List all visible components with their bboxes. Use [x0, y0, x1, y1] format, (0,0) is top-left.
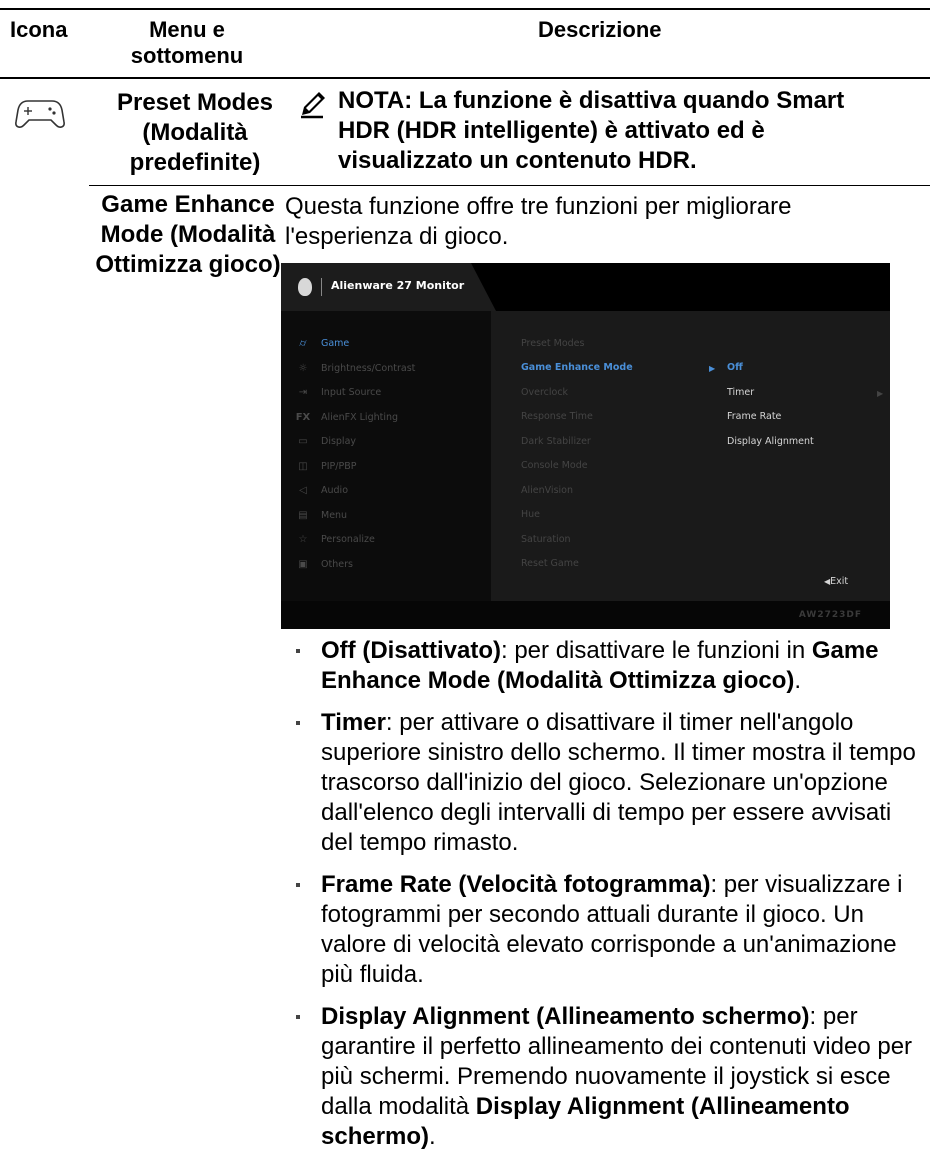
alienware-logo-icon — [298, 278, 312, 296]
osd-nav-game[interactable]: ⌭ Game — [295, 337, 349, 349]
osd-opt-display-alignment[interactable]: Display Alignment — [727, 436, 814, 447]
header-icon: Icona — [10, 17, 68, 42]
bullet-display-alignment: Display Alignment (Allineamento schermo)… — [294, 1002, 924, 1152]
note-text: NOTA: La funzione è disattiva quando Sma… — [338, 87, 845, 174]
row1-bottom-rule — [89, 185, 930, 186]
menu-icon: ▤ — [298, 509, 308, 521]
pip-icon: ◫ — [298, 460, 308, 472]
gamepad-icon: ⌭ — [299, 337, 307, 349]
bullet-list: Off (Disattivato): per disattivare le fu… — [294, 636, 924, 1164]
intro-text: Questa funzione offre tre funzioni per m… — [285, 193, 792, 250]
osd-nav-input-source[interactable]: ⇥ Input Source — [295, 386, 381, 398]
display-icon: ▭ — [298, 435, 308, 447]
note-pencil-icon — [297, 90, 327, 120]
osd-screenshot: Alienware 27 Monitor ⌭ Game ☼ Brightness/C… — [281, 263, 890, 629]
osd-nav-others[interactable]: ▣ Others — [295, 558, 353, 570]
osd-nav-alienfx[interactable]: FX AlienFX Lighting — [295, 411, 398, 423]
osd-nav-display[interactable]: ▭ Display — [295, 435, 356, 447]
chevron-right-icon: ▶ — [877, 389, 884, 398]
osd-nav-brightness[interactable]: ☼ Brightness/Contrast — [295, 362, 416, 374]
osd-footer: AW2723DF — [281, 601, 890, 629]
osd-sub-preset-modes[interactable]: Preset Modes — [521, 338, 584, 349]
osd-sub-overclock[interactable]: Overclock — [521, 387, 568, 398]
osd-sub-console-mode[interactable]: Console Mode — [521, 460, 588, 471]
fx-icon: FX — [295, 411, 311, 423]
osd-nav-personalize[interactable]: ☆ Personalize — [295, 533, 375, 545]
brightness-icon: ☼ — [298, 362, 308, 374]
osd-exit-button[interactable]: ◀Exit — [824, 576, 848, 587]
osd-nav-audio[interactable]: ◁ Audio — [295, 484, 348, 496]
bullet-off: Off (Disattivato): per disattivare le fu… — [294, 636, 924, 696]
osd-sub-alienvision[interactable]: AlienVision — [521, 485, 573, 496]
header-description: Descrizione — [538, 17, 662, 42]
menu-preset-modes: Preset Modes (Modalità predefinite) — [116, 89, 274, 176]
selected-arrow-icon: ▶ — [709, 364, 716, 373]
osd-title-separator — [321, 278, 322, 296]
header-menu: Menu e sottomenu — [130, 17, 244, 68]
osd-sub-game-enhance-mode[interactable]: Game Enhance Mode — [521, 362, 633, 373]
osd-opt-frame-rate[interactable]: Frame Rate — [727, 411, 781, 422]
osd-sub-saturation[interactable]: Saturation — [521, 534, 571, 545]
others-icon: ▣ — [298, 558, 308, 570]
star-icon: ☆ — [298, 533, 308, 545]
input-source-icon: ⇥ — [298, 386, 308, 398]
osd-title: Alienware 27 Monitor — [331, 279, 465, 292]
speaker-icon: ◁ — [299, 484, 307, 496]
table-top-rule — [0, 8, 930, 10]
osd-opt-off[interactable]: Off — [727, 362, 743, 373]
osd-sub-hue[interactable]: Hue — [521, 509, 540, 520]
osd-nav-pip[interactable]: ◫ PIP/PBP — [295, 460, 356, 472]
osd-nav-menu[interactable]: ▤ Menu — [295, 509, 347, 521]
bullet-frame-rate: Frame Rate (Velocità fotogramma): per vi… — [294, 870, 924, 990]
osd-opt-timer[interactable]: Timer — [727, 387, 754, 398]
menu-game-enhance-mode: Game Enhance Mode (Modalità Ottimizza gi… — [95, 191, 281, 278]
header-bottom-rule — [0, 77, 930, 79]
osd-sub-response-time[interactable]: Response Time — [521, 411, 593, 422]
osd-model-label: AW2723DF — [798, 610, 862, 620]
osd-sub-reset-game[interactable]: Reset Game — [521, 558, 579, 569]
osd-sub-dark-stabilizer[interactable]: Dark Stabilizer — [521, 436, 591, 447]
gamepad-icon — [14, 96, 66, 130]
bullet-timer: Timer: per attivare o disattivare il tim… — [294, 708, 924, 858]
osd-header: Alienware 27 Monitor — [281, 263, 890, 311]
